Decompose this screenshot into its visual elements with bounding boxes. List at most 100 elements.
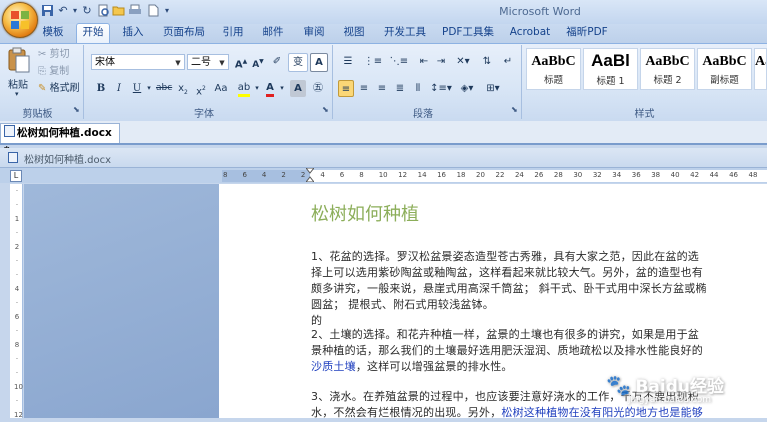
new-document-icon[interactable] (146, 4, 160, 18)
save-icon[interactable] (40, 4, 54, 18)
tab-insert[interactable]: 插入 (118, 24, 148, 43)
word-doc-icon[interactable] (8, 152, 18, 163)
borders-button[interactable]: ⊞▾ (482, 80, 504, 97)
style-more[interactable]: AaB (754, 48, 767, 90)
ruler-ticks: 8 6 4 2 2 4 6 8 10 12 14 16 18 20 22 24 26 28 30 32 34 36 38 40… (222, 170, 767, 182)
ruler-tick-label: 48 (748, 171, 758, 179)
tab-acrobat[interactable]: Acrobat (508, 24, 552, 43)
tab-templates[interactable]: 模板 (40, 24, 66, 43)
paragraph-text: 水，不然会有烂根情况的出现。另外， (311, 406, 502, 419)
indent-marker[interactable] (304, 167, 316, 183)
font-size-value: 二号 (191, 57, 211, 68)
sort-button[interactable]: ⇅ (478, 53, 496, 70)
numbering-button[interactable]: ⋮≡ (362, 53, 384, 70)
document-tab[interactable]: 松树如何种植.docx * (0, 123, 120, 157)
ruler-tick-label: 4 (320, 171, 325, 179)
ruler-tick-label: 30 (573, 171, 583, 179)
character-border-button[interactable]: A (310, 53, 328, 72)
paragraph-line: 圆盆； 提根式、附石式用较浅盆钵。 (311, 298, 494, 311)
office-button[interactable] (2, 2, 38, 38)
paragraph-line: 2、土壤的选择。和花卉种植一样，盆景的土壤也有很多的讲究，如果是用于盆 (311, 328, 699, 341)
watermark-url: jingyan.baidu.com (628, 395, 712, 405)
style-sample: AaBbC (645, 54, 690, 69)
subscript-button[interactable]: x2 (175, 80, 191, 97)
clipboard-launcher-icon[interactable]: ⬊ (73, 106, 81, 114)
font-color-dropdown-icon[interactable]: ▾ (278, 80, 286, 97)
paragraph-launcher-icon[interactable]: ⬊ (511, 106, 519, 114)
ruler-tick-label: 32 (592, 171, 602, 179)
character-shading-button[interactable]: A (290, 80, 306, 97)
font-group-label: 字体 (194, 109, 214, 120)
copy-button[interactable]: ⎘ 复制 (38, 63, 78, 80)
tab-references[interactable]: 引用 (218, 24, 248, 43)
ruler-tick-label: 34 (612, 171, 622, 179)
enclose-characters-button[interactable]: ㊄ (310, 80, 326, 97)
decrease-indent-button[interactable]: ⇤ (416, 53, 432, 70)
change-case-button[interactable]: Aa (212, 80, 230, 97)
tab-review[interactable]: 审阅 (299, 24, 329, 43)
superscript-button[interactable]: x2 (193, 80, 209, 97)
underline-button[interactable]: U (130, 80, 144, 97)
format-painter-button[interactable]: ✎ 格式刷 (38, 80, 82, 97)
open-icon[interactable] (112, 4, 126, 18)
shading-button[interactable]: ◈▾ (456, 80, 478, 97)
italic-button[interactable]: I (112, 80, 126, 97)
customize-qat-icon[interactable]: ▾ (160, 4, 174, 18)
ruler-tick-label: 8 (359, 171, 364, 179)
highlight-button[interactable]: ab (236, 79, 252, 97)
paste-button[interactable]: 粘贴 ▾ (5, 46, 33, 100)
font-name-select[interactable]: 宋体 ▼ (91, 54, 185, 70)
font-launcher-icon[interactable]: ⬊ (322, 106, 330, 114)
underline-dropdown-icon[interactable]: ▾ (145, 80, 153, 97)
tab-view[interactable]: 视图 (339, 24, 369, 43)
print-icon[interactable] (128, 4, 142, 18)
show-marks-button[interactable]: ↵ (500, 53, 516, 70)
strikethrough-button[interactable]: abc (156, 80, 172, 97)
ruler-tick-label: 4 (261, 171, 267, 179)
line-spacing-button[interactable]: ↕≡▾ (430, 80, 452, 97)
style-sample: AaBl (591, 51, 630, 70)
cut-button[interactable]: ✂ 剪切 (38, 46, 78, 63)
highlight-dropdown-icon[interactable]: ▾ (253, 80, 261, 97)
bullets-button[interactable]: ☰ (338, 53, 358, 70)
justify-button[interactable]: ≣ (392, 80, 408, 97)
phonetic-guide-button[interactable]: 变 (288, 53, 308, 72)
ruler-tick-label: 38 (651, 171, 661, 179)
style-subtitle[interactable]: AaBbC 副标题 (697, 48, 752, 90)
tab-foxit-pdf[interactable]: 福昕PDF (564, 24, 610, 43)
align-right-button[interactable]: ≡ (374, 80, 390, 97)
chevron-down-icon: ▼ (175, 59, 181, 67)
chinese-layout-button[interactable]: ✕▾ (452, 53, 474, 70)
redo-icon[interactable]: ↻ (80, 4, 94, 18)
linked-text[interactable]: 沙质土壤 (311, 360, 356, 373)
clear-format-icon[interactable]: ✐ (269, 53, 285, 70)
shrink-font-button[interactable]: A▼ (250, 53, 266, 70)
tab-developer[interactable]: 开发工具 (381, 24, 429, 43)
font-size-select[interactable]: 二号 ▼ (187, 54, 229, 70)
distributed-button[interactable]: ⫴ (410, 80, 426, 97)
style-name: 标题 (543, 75, 563, 86)
align-center-button[interactable]: ≡ (356, 80, 372, 97)
paste-dropdown-icon[interactable]: ▾ (15, 90, 19, 98)
style-heading-2[interactable]: AaBbC 标题 2 (640, 48, 695, 90)
multilevel-list-button[interactable]: ⋱≡ (388, 53, 410, 70)
ruler-tick-label: 2 (281, 171, 286, 179)
font-color-button[interactable]: A (263, 79, 277, 97)
tab-page-layout[interactable]: 页面布局 (160, 24, 208, 43)
increase-indent-button[interactable]: ⇥ (433, 53, 449, 70)
style-heading-1[interactable]: AaBl 标题 1 (583, 48, 638, 90)
align-left-button[interactable]: ≡ (338, 80, 354, 97)
tab-mailings[interactable]: 邮件 (258, 24, 288, 43)
tab-pdf-tools[interactable]: PDF工具集 (440, 24, 496, 43)
paragraph-line: 景种植的话，那么我们的土壤最好选用肥沃湿润、质地疏松以及排水性能良好的 (311, 344, 703, 357)
ruler-tick-label: 18 (456, 171, 466, 179)
bold-button[interactable]: B (94, 80, 108, 97)
style-title[interactable]: AaBbC 标题 (526, 48, 581, 90)
ruler-tick-label: 22 (495, 171, 505, 179)
tab-home[interactable]: 开始 (76, 23, 110, 44)
grow-font-button[interactable]: A▲ (233, 53, 249, 70)
ruler-tick-label: 16 (437, 171, 447, 179)
tab-selector[interactable]: L (10, 170, 22, 182)
print-preview-icon[interactable] (96, 4, 110, 18)
style-sample: AaBbC (702, 54, 747, 69)
